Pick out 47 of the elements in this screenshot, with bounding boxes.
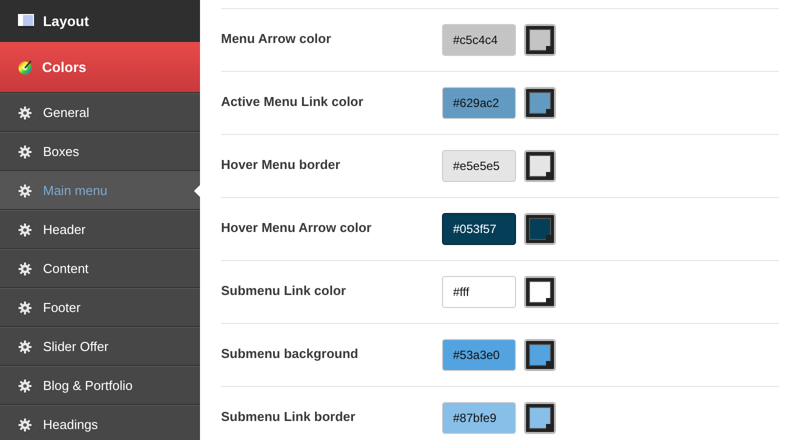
setting-label: Hover Menu Arrow color: [221, 220, 372, 235]
layout-icon: [18, 14, 34, 28]
sidebar-item[interactable]: Layout: [0, 0, 200, 41]
sidebar-item[interactable]: Blog & Portfolio: [0, 366, 200, 405]
swatch: [529, 344, 551, 366]
color-picker-button[interactable]: [524, 276, 556, 308]
gear-icon: [18, 340, 32, 354]
gear-icon: [18, 184, 32, 198]
setting-label: Submenu background: [221, 346, 360, 361]
gear-icon: [18, 262, 32, 276]
color-picker-button[interactable]: [524, 402, 556, 434]
sidebar-item[interactable]: Header: [0, 210, 200, 249]
gear-icon: [18, 106, 32, 120]
color-picker-button[interactable]: [524, 24, 556, 56]
sidebar-item[interactable]: Footer: [0, 288, 200, 327]
color-wheel-icon: [18, 60, 33, 74]
swatch: [529, 281, 551, 303]
color-picker-button[interactable]: [524, 213, 556, 245]
sidebar-item[interactable]: General: [0, 93, 200, 132]
setting-label: Submenu Link border: [221, 409, 356, 424]
sidebar-item[interactable]: Slider Offer: [0, 327, 200, 366]
color-field[interactable]: #53a3e0: [442, 339, 516, 371]
gear-icon: [18, 300, 32, 314]
gear-icon: [18, 222, 32, 236]
setting-label: Menu Arrow color: [221, 31, 332, 46]
swatch: [529, 407, 551, 429]
color-picker-button[interactable]: [524, 87, 556, 119]
swatch: [529, 155, 551, 177]
sidebar-item[interactable]: Content: [0, 249, 200, 288]
sidebar-item[interactable]: Colors: [0, 41, 200, 93]
setting-label: Active Menu Link color: [221, 94, 364, 109]
color-field[interactable]: #053f57: [442, 213, 516, 245]
color-field[interactable]: #fff: [442, 276, 516, 308]
color-picker-button[interactable]: [524, 150, 556, 182]
gear-icon: [18, 378, 32, 392]
color-field[interactable]: #87bfe9: [442, 402, 516, 434]
gear-icon: [18, 144, 32, 158]
color-picker-button[interactable]: [524, 339, 556, 371]
swatch: [529, 92, 551, 114]
color-field[interactable]: #e5e5e5: [442, 150, 516, 182]
setting-label: Hover Menu border: [221, 157, 342, 172]
color-field[interactable]: #c5c4c4: [442, 24, 516, 56]
swatch: [529, 218, 551, 240]
color-field[interactable]: #629ac2: [442, 87, 516, 119]
swatch: [529, 29, 551, 51]
setting-label: Submenu Link color: [221, 283, 347, 298]
gear-icon: [18, 418, 32, 432]
